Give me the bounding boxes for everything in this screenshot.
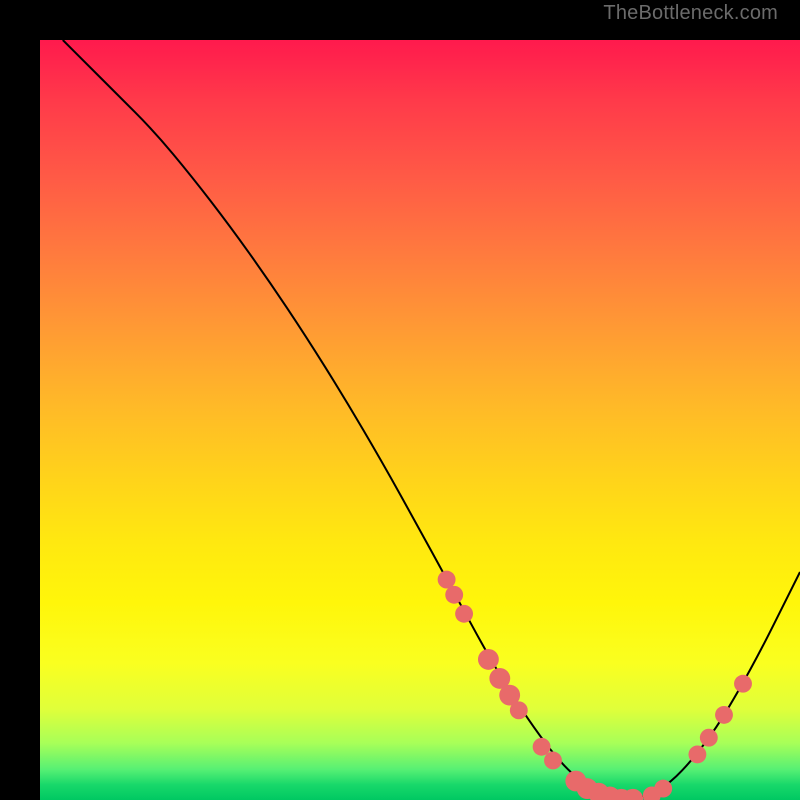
data-marker <box>654 780 672 798</box>
data-marker <box>715 706 733 724</box>
data-marker <box>478 649 499 670</box>
plot-area <box>40 40 800 800</box>
data-marker <box>455 605 473 623</box>
chart-frame <box>20 20 780 780</box>
data-marker <box>734 675 752 693</box>
chart-svg <box>40 40 800 800</box>
data-marker <box>544 752 562 770</box>
data-marker <box>510 701 528 719</box>
data-marker <box>533 738 551 756</box>
data-marker <box>438 571 456 589</box>
bottleneck-curve <box>63 40 800 799</box>
data-marker <box>700 729 718 747</box>
data-marker <box>688 745 706 763</box>
marker-series <box>438 571 752 800</box>
watermark-text: TheBottleneck.com <box>603 2 778 25</box>
data-marker <box>445 586 463 604</box>
curve-series <box>63 40 800 799</box>
